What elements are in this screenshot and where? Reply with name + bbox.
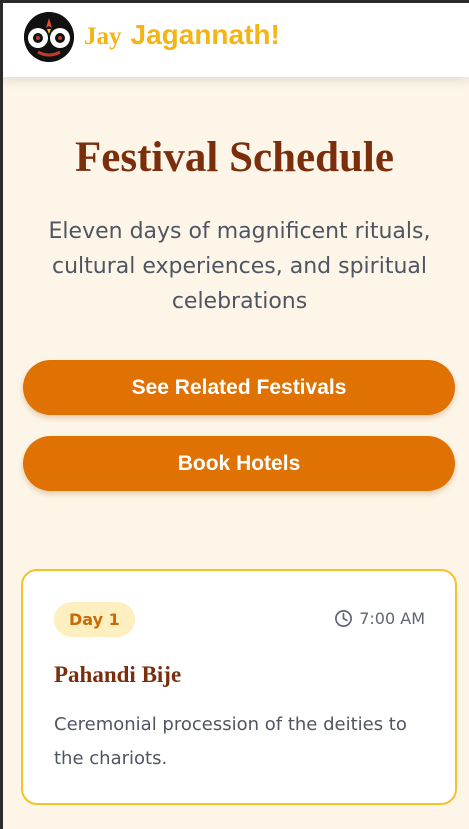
see-related-festivals-button[interactable]: See Related Festivals bbox=[23, 360, 455, 415]
event-time: 7:00 AM bbox=[334, 609, 425, 628]
event-description: Ceremonial procession of the deities to … bbox=[54, 714, 407, 769]
window-frame-left bbox=[0, 0, 3, 829]
brand-wordmark[interactable]: Jay Jagannath! bbox=[84, 19, 280, 59]
book-hotels-button[interactable]: Book Hotels bbox=[23, 436, 455, 491]
event-time-text: 7:00 AM bbox=[359, 609, 425, 628]
brand-prefix: Jay bbox=[84, 23, 122, 50]
site-header: Jay Jagannath! bbox=[0, 0, 469, 77]
day-badge: Day 1 bbox=[54, 602, 135, 637]
window-frame-top bbox=[0, 0, 469, 3]
schedule-card: Day 1 7:00 AM Pahandi Bije Ceremonial pr… bbox=[21, 569, 457, 805]
event-title: Pahandi Bije bbox=[54, 662, 182, 687]
brand-name: Jagannath! bbox=[130, 19, 280, 50]
page-title: Festival Schedule bbox=[75, 134, 394, 181]
jagannath-face-icon[interactable] bbox=[24, 12, 74, 62]
clock-icon bbox=[334, 609, 353, 628]
page-subtitle: Eleven days of magnificent rituals, cult… bbox=[48, 219, 431, 314]
